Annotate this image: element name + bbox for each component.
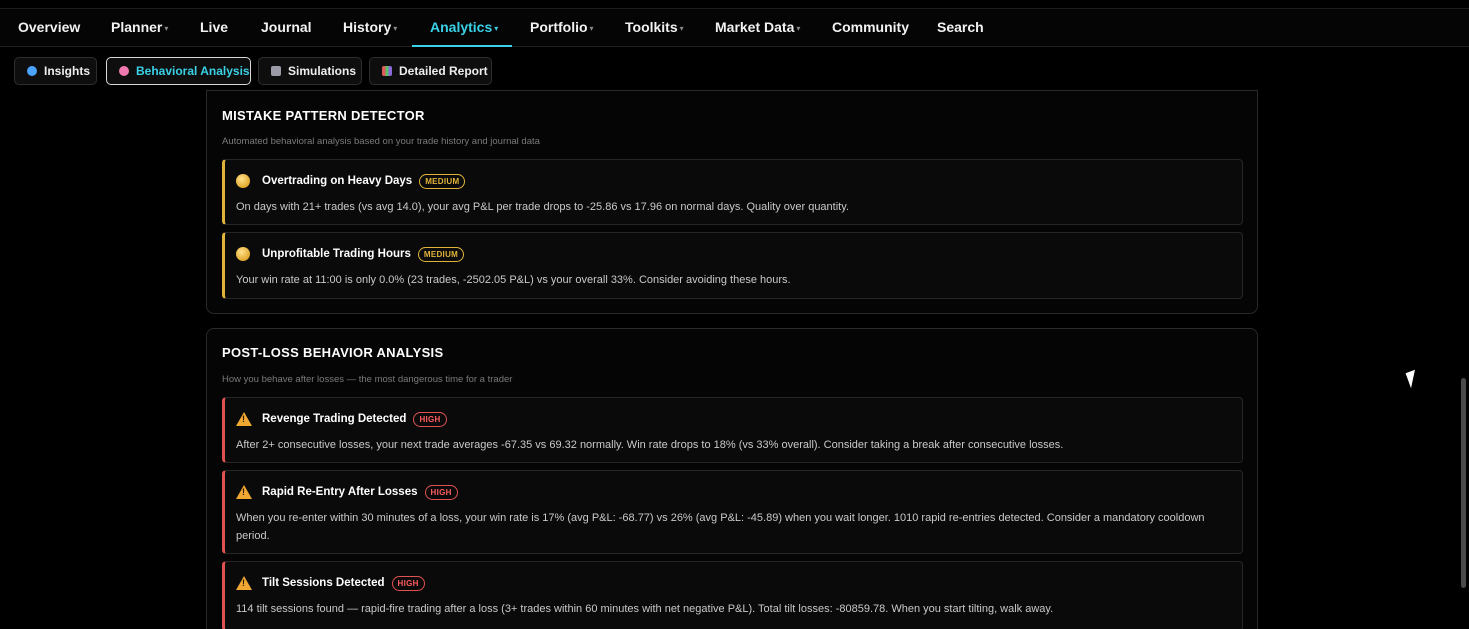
nav-analytics[interactable]: Analytics ▾ bbox=[430, 9, 498, 47]
card-title: Revenge Trading Detected bbox=[262, 413, 407, 425]
warning-icon bbox=[236, 412, 252, 426]
card-title: Overtrading on Heavy Days bbox=[262, 175, 413, 187]
chevron-down-icon: ▾ bbox=[393, 24, 398, 33]
subtab-label: Insights bbox=[44, 64, 91, 78]
medium-severity-icon bbox=[236, 174, 250, 188]
card-title: Rapid Re-Entry After Losses bbox=[262, 486, 418, 498]
card-header: Revenge Trading Detected HIGH bbox=[236, 410, 447, 428]
nav-label: Journal bbox=[261, 19, 312, 35]
chevron-down-icon: ▾ bbox=[796, 24, 801, 33]
subtab-label: Detailed Report bbox=[399, 64, 488, 78]
nav-market-data[interactable]: Market Data ▾ bbox=[715, 9, 800, 47]
severity-badge: MEDIUM bbox=[419, 173, 466, 189]
card-description: On days with 21+ trades (vs avg 14.0), y… bbox=[236, 201, 849, 213]
top-navigation-bar: Overview Planner ▾ Live Journal History ▾ … bbox=[0, 8, 1469, 47]
card-title: Tilt Sessions Detected bbox=[262, 577, 385, 589]
severity-badge: HIGH bbox=[424, 484, 458, 500]
active-tab-indicator bbox=[412, 45, 512, 47]
chevron-down-icon: ▾ bbox=[589, 24, 594, 33]
panel-title: POST-LOSS BEHAVIOR ANALYSIS bbox=[222, 345, 444, 360]
mouse-cursor-icon bbox=[1405, 369, 1421, 389]
card-description: Your win rate at 11:00 is only 0.0% (23 … bbox=[236, 274, 791, 286]
card-header: Unprofitable Trading Hours MEDIUM bbox=[236, 245, 465, 263]
pattern-card: Unprofitable Trading Hours MEDIUM Your w… bbox=[222, 232, 1243, 299]
dice-icon bbox=[271, 66, 281, 76]
pattern-card: Overtrading on Heavy Days MEDIUM On days… bbox=[222, 159, 1243, 225]
magnifier-icon bbox=[27, 66, 37, 76]
behavior-card: Tilt Sessions Detected HIGH 114 tilt ses… bbox=[222, 561, 1243, 629]
card-description: 114 tilt sessions found — rapid-fire tra… bbox=[236, 603, 1054, 615]
card-title: Unprofitable Trading Hours bbox=[262, 248, 411, 260]
nav-toolkits[interactable]: Toolkits ▾ bbox=[625, 9, 684, 47]
card-description: After 2+ consecutive losses, your next t… bbox=[236, 439, 1064, 451]
card-header: Overtrading on Heavy Days MEDIUM bbox=[236, 172, 466, 190]
severity-badge: HIGH bbox=[413, 411, 447, 427]
bar-chart-icon bbox=[382, 66, 392, 76]
mistake-pattern-panel: MISTAKE PATTERN DETECTOR Automated behav… bbox=[206, 90, 1258, 314]
nav-label: Overview bbox=[18, 19, 81, 35]
behavior-card: Rapid Re-Entry After Losses HIGH When yo… bbox=[222, 470, 1243, 554]
nav-search[interactable]: Search bbox=[937, 9, 984, 47]
page-scrollbar[interactable] bbox=[1461, 378, 1466, 588]
chevron-down-icon: ▾ bbox=[164, 24, 169, 33]
severity-badge: HIGH bbox=[391, 575, 425, 591]
nav-portfolio[interactable]: Portfolio ▾ bbox=[530, 9, 594, 47]
panel-title: MISTAKE PATTERN DETECTOR bbox=[222, 108, 425, 123]
card-header: Rapid Re-Entry After Losses HIGH bbox=[236, 483, 458, 501]
medium-severity-icon bbox=[236, 247, 250, 261]
nav-label: Toolkits bbox=[625, 19, 678, 35]
nav-community[interactable]: Community bbox=[832, 9, 909, 47]
nav-label: Search bbox=[937, 19, 984, 35]
panel-subtitle: How you behave after losses — the most d… bbox=[222, 374, 513, 385]
nav-label: Portfolio bbox=[530, 19, 588, 35]
subtab-behavioral-analysis[interactable]: Behavioral Analysis bbox=[106, 57, 251, 85]
subtab-insights[interactable]: Insights bbox=[14, 57, 97, 85]
nav-label: Community bbox=[832, 19, 909, 35]
subtab-label: Behavioral Analysis bbox=[136, 64, 250, 78]
post-loss-panel: POST-LOSS BEHAVIOR ANALYSIS How you beha… bbox=[206, 328, 1258, 629]
nav-planner[interactable]: Planner ▾ bbox=[111, 9, 168, 47]
nav-label: Planner bbox=[111, 19, 163, 35]
severity-badge: MEDIUM bbox=[417, 246, 465, 262]
nav-label: History bbox=[343, 19, 392, 35]
chevron-down-icon: ▾ bbox=[494, 24, 499, 33]
nav-label: Analytics bbox=[430, 19, 493, 35]
nav-label: Live bbox=[200, 19, 229, 35]
warning-icon bbox=[236, 576, 252, 590]
nav-journal[interactable]: Journal bbox=[261, 9, 312, 47]
nav-label: Market Data bbox=[715, 19, 795, 35]
panel-subtitle: Automated behavioral analysis based on y… bbox=[222, 136, 540, 147]
nav-live[interactable]: Live bbox=[200, 9, 228, 47]
card-header: Tilt Sessions Detected HIGH bbox=[236, 574, 425, 592]
subtab-detailed-report[interactable]: Detailed Report bbox=[369, 57, 492, 85]
brain-icon bbox=[119, 66, 129, 76]
nav-history[interactable]: History ▾ bbox=[343, 9, 397, 47]
card-description: When you re-enter within 30 minutes of a… bbox=[236, 512, 1205, 542]
subtab-label: Simulations bbox=[288, 64, 357, 78]
subtab-simulations[interactable]: Simulations bbox=[258, 57, 362, 85]
warning-icon bbox=[236, 485, 252, 499]
nav-overview[interactable]: Overview bbox=[18, 9, 80, 47]
behavior-card: Revenge Trading Detected HIGH After 2+ c… bbox=[222, 397, 1243, 463]
chevron-down-icon: ▾ bbox=[679, 24, 684, 33]
